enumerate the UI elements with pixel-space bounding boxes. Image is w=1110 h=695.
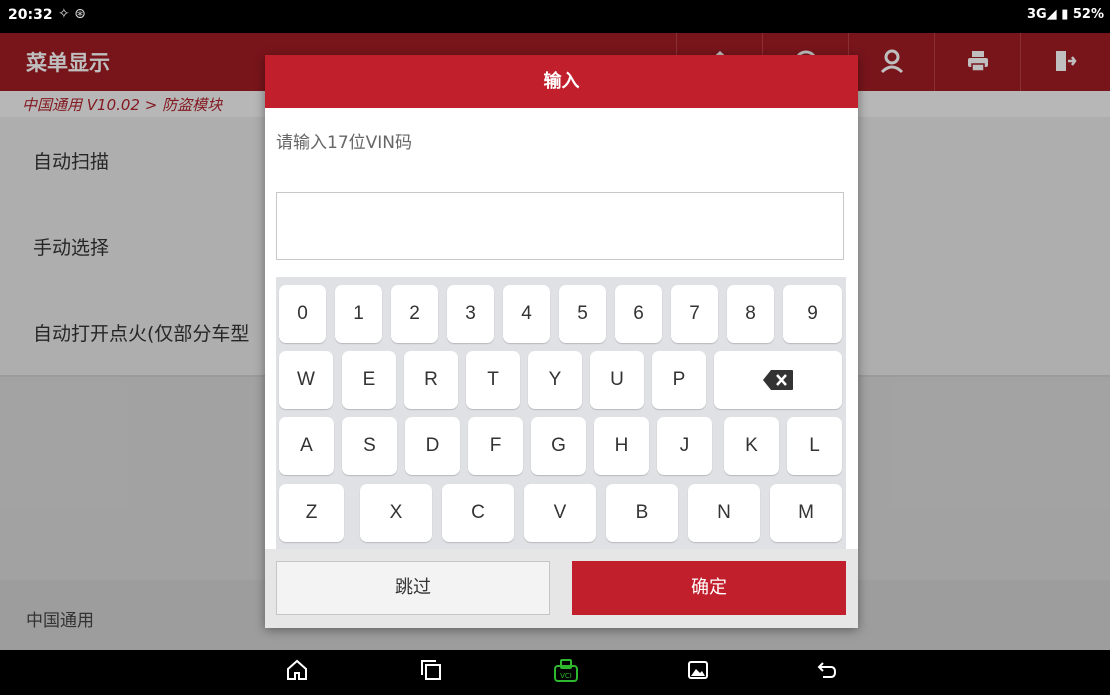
key-2[interactable]: 2 — [391, 285, 438, 343]
key-x[interactable]: X — [360, 484, 432, 542]
home-icon — [287, 659, 307, 680]
key-k[interactable]: K — [724, 417, 779, 475]
nav-gallery-button[interactable] — [678, 658, 718, 688]
nav-vci-button[interactable]: VCI — [546, 658, 586, 688]
key-v[interactable]: V — [524, 484, 596, 542]
back-icon — [817, 662, 837, 678]
dialog-prompt: 请输入17位VIN码 — [276, 133, 412, 153]
key-5[interactable]: 5 — [559, 285, 606, 343]
onscreen-keyboard: 0 1 2 3 4 5 6 7 8 9 W E R T Y U P A S D … — [276, 277, 846, 549]
key-j[interactable]: J — [657, 417, 712, 475]
vci-icon: VCI — [554, 659, 578, 682]
key-p[interactable]: P — [652, 351, 706, 409]
key-c[interactable]: C — [442, 484, 514, 542]
key-m[interactable]: M — [770, 484, 842, 542]
key-s[interactable]: S — [342, 417, 397, 475]
key-3[interactable]: 3 — [447, 285, 494, 343]
dialog-title: 输入 — [265, 55, 858, 108]
key-f[interactable]: F — [468, 417, 523, 475]
status-notification-icons: ✧ ⊛ — [58, 6, 86, 22]
key-backspace[interactable] — [714, 351, 842, 409]
key-9[interactable]: 9 — [783, 285, 842, 343]
svg-text:VCI: VCI — [560, 672, 572, 680]
key-4[interactable]: 4 — [503, 285, 550, 343]
key-z[interactable]: Z — [279, 484, 344, 542]
nav-home-button[interactable] — [277, 658, 317, 688]
key-7[interactable]: 7 — [671, 285, 718, 343]
key-n[interactable]: N — [688, 484, 760, 542]
recent-apps-icon — [421, 660, 441, 680]
key-t[interactable]: T — [466, 351, 520, 409]
skip-button[interactable]: 跳过 — [276, 561, 550, 615]
vin-input-dialog: 输入 请输入17位VIN码 0 1 2 3 4 5 6 7 8 9 W E R … — [265, 55, 858, 628]
key-e[interactable]: E — [342, 351, 396, 409]
key-y[interactable]: Y — [528, 351, 582, 409]
key-w[interactable]: W — [279, 351, 333, 409]
key-l[interactable]: L — [787, 417, 842, 475]
key-a[interactable]: A — [279, 417, 334, 475]
status-signal-battery: 3G◢ ▮ 52% — [1026, 7, 1104, 22]
key-b[interactable]: B — [606, 484, 678, 542]
key-1[interactable]: 1 — [335, 285, 382, 343]
nav-back-button[interactable] — [807, 658, 847, 688]
key-r[interactable]: R — [404, 351, 458, 409]
gallery-icon — [688, 661, 708, 679]
key-8[interactable]: 8 — [727, 285, 774, 343]
key-d[interactable]: D — [405, 417, 460, 475]
status-bar: 20:32 ✧ ⊛ 3G◢ ▮ 52% — [0, 0, 1110, 33]
system-nav-bar: VCI — [0, 650, 1110, 695]
key-6[interactable]: 6 — [615, 285, 662, 343]
key-0[interactable]: 0 — [279, 285, 326, 343]
confirm-button[interactable]: 确定 — [572, 561, 846, 615]
key-g[interactable]: G — [531, 417, 586, 475]
vin-input[interactable] — [276, 192, 844, 260]
nav-recent-button[interactable] — [411, 658, 451, 688]
key-h[interactable]: H — [594, 417, 649, 475]
backspace-icon — [763, 369, 793, 390]
key-u[interactable]: U — [590, 351, 644, 409]
status-time: 20:32 — [8, 7, 53, 23]
dialog-actions: 跳过 确定 — [265, 549, 858, 628]
